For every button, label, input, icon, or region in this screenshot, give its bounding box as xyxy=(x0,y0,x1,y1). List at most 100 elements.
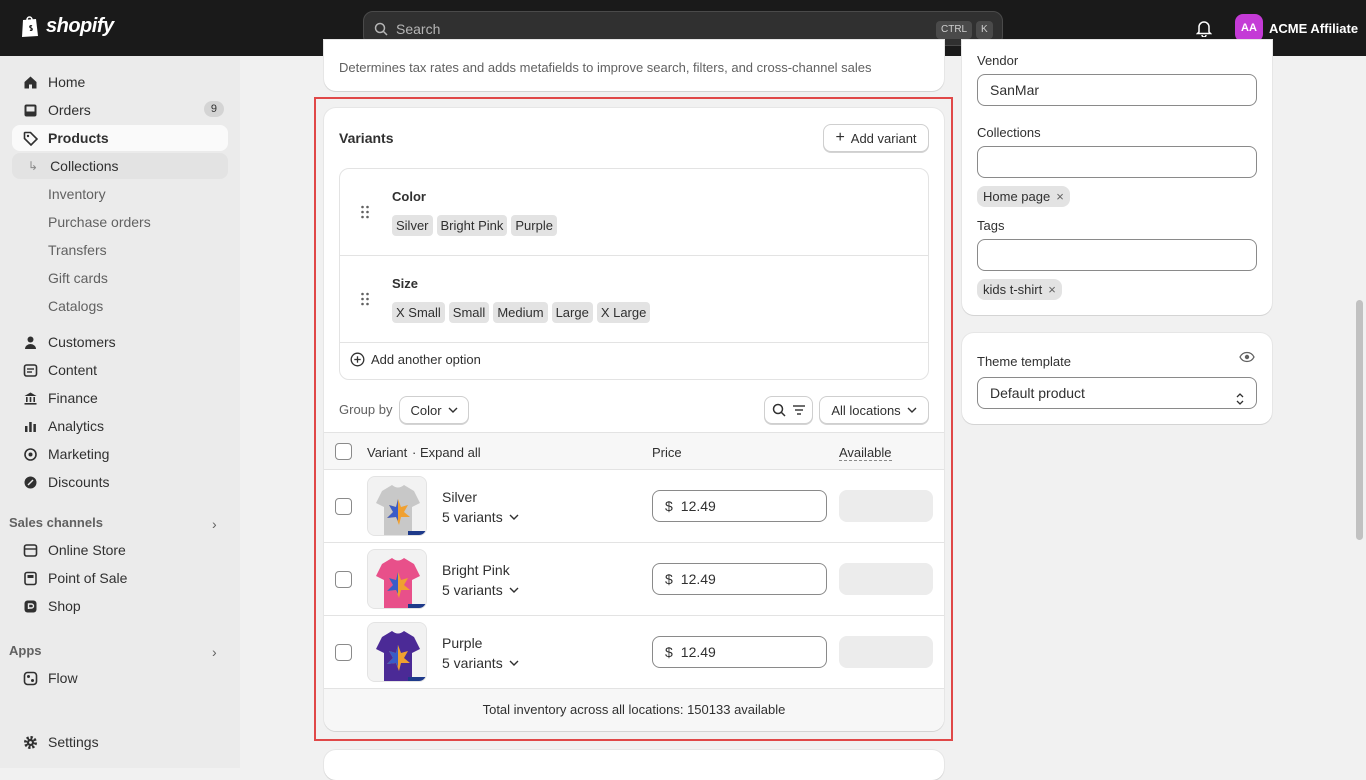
variant-thumbnail[interactable] xyxy=(367,622,427,682)
variants-count: 5 variants xyxy=(442,655,503,671)
expand-all-link[interactable]: · Expand all xyxy=(412,445,481,460)
sidebar-item-home[interactable]: Home xyxy=(12,69,228,95)
variants-expand-toggle[interactable]: 5 variants xyxy=(442,655,519,671)
column-available[interactable]: Available xyxy=(839,445,892,461)
chevron-down-icon xyxy=(907,407,917,413)
sidebar-item-settings[interactable]: Settings xyxy=(12,729,228,755)
variant-group-name: Silver xyxy=(442,489,478,505)
option-value-chip: X Small xyxy=(392,302,445,323)
pos-icon xyxy=(22,570,38,586)
sidebar-item-point-of-sale[interactable]: Point of Sale xyxy=(12,565,228,591)
sidebar-item-products[interactable]: Products xyxy=(12,125,228,151)
sidebar-item-label: Customers xyxy=(48,334,116,350)
locations-select[interactable]: All locations xyxy=(819,396,929,424)
collections-input[interactable] xyxy=(977,146,1257,178)
remove-x-icon[interactable]: × xyxy=(1056,189,1064,204)
variant-group-name: Bright Pink xyxy=(442,562,510,578)
price-input[interactable]: $12.49 xyxy=(652,636,827,668)
sidebar-item-online-store[interactable]: Online Store xyxy=(12,537,228,563)
add-another-option-button[interactable]: Add another option xyxy=(350,352,481,367)
remove-x-icon[interactable]: × xyxy=(1048,282,1056,297)
sidebar-item-customers[interactable]: Customers xyxy=(12,329,228,355)
chevron-down-icon xyxy=(509,660,519,666)
sidebar-item-flow[interactable]: Flow xyxy=(12,665,228,691)
drag-handle-icon[interactable] xyxy=(360,205,370,222)
sidebar-item-content[interactable]: Content xyxy=(12,357,228,383)
variants-expand-toggle[interactable]: 5 variants xyxy=(442,582,519,598)
sidebar-item-orders[interactable]: Orders 9 xyxy=(12,97,228,123)
chevron-down-icon xyxy=(448,407,458,413)
divider xyxy=(340,255,928,256)
shopify-logo[interactable]: shopify xyxy=(20,14,114,38)
sidebar-item-label: Content xyxy=(48,362,98,378)
option-name-size[interactable]: Size xyxy=(392,276,418,291)
sidebar-item-label: Discounts xyxy=(48,474,110,490)
option-value-chip: X Large xyxy=(596,302,651,323)
price-input[interactable]: $12.49 xyxy=(652,490,827,522)
column-variant: Variant xyxy=(367,445,408,460)
available-field[interactable] xyxy=(839,636,933,668)
sidebar-item-purchase-orders[interactable]: Purchase orders xyxy=(12,209,228,235)
sidebar-item-label: Point of Sale xyxy=(48,570,128,586)
currency-symbol: $ xyxy=(665,571,673,587)
sidebar-item-gift-cards[interactable]: Gift cards xyxy=(12,265,228,291)
sidebar-item-analytics[interactable]: Analytics xyxy=(12,413,228,439)
theme-template-select[interactable]: Default product xyxy=(977,377,1257,409)
sidebar-item-shop[interactable]: Shop xyxy=(12,593,228,619)
bar-chart-icon xyxy=(22,418,38,434)
search-filter-button[interactable] xyxy=(764,396,813,424)
price-input[interactable]: $12.49 xyxy=(652,563,827,595)
add-variant-label: Add variant xyxy=(850,130,917,146)
variant-options-list: Color Silver Bright Pink Purple Size X S… xyxy=(339,168,929,380)
page-scrollbar[interactable] xyxy=(1356,300,1363,540)
apps-chevron-icon[interactable]: › xyxy=(212,644,217,660)
theme-template-label: Theme template xyxy=(977,354,1071,369)
table-row[interactable]: Bright Pink 5 variants $12.49 xyxy=(324,543,944,616)
option-values-color: Silver Bright Pink Purple xyxy=(392,215,561,236)
variants-expand-toggle[interactable]: 5 variants xyxy=(442,509,519,525)
group-by-value: Color xyxy=(410,402,442,418)
tags-input[interactable] xyxy=(977,239,1257,271)
row-checkbox[interactable] xyxy=(335,644,352,661)
select-all-checkbox[interactable] xyxy=(335,443,352,460)
vendor-input[interactable]: SanMar xyxy=(977,74,1257,106)
sidebar: Home Orders 9 Products ↳ Collections Inv… xyxy=(0,56,240,768)
sidebar-item-collections[interactable]: ↳ Collections xyxy=(12,153,228,179)
sidebar-item-discounts[interactable]: Discounts xyxy=(12,469,228,495)
content-icon xyxy=(22,362,38,378)
sidebar-item-catalogs[interactable]: Catalogs xyxy=(12,293,228,319)
option-value-chip: Purple xyxy=(511,215,557,236)
eye-icon[interactable] xyxy=(1239,351,1255,366)
sidebar-item-transfers[interactable]: Transfers xyxy=(12,237,228,263)
available-field[interactable] xyxy=(839,490,933,522)
table-row[interactable]: Purple 5 variants $12.49 xyxy=(324,616,944,689)
variants-title: Variants xyxy=(339,130,394,146)
sub-arrow-icon: ↳ xyxy=(28,159,39,173)
sidebar-item-label: Settings xyxy=(48,734,99,750)
sidebar-item-label: Flow xyxy=(48,670,78,686)
notifications-bell-icon[interactable] xyxy=(1195,19,1213,40)
variants-count: 5 variants xyxy=(442,509,503,525)
sidebar-item-inventory[interactable]: Inventory xyxy=(12,181,228,207)
account-menu[interactable]: AA ACME Affiliate xyxy=(1235,14,1358,42)
category-help-text: Determines tax rates and adds metafields… xyxy=(339,60,872,75)
row-checkbox[interactable] xyxy=(335,498,352,515)
filter-icon xyxy=(792,405,805,415)
divider xyxy=(340,342,928,343)
drag-handle-icon[interactable] xyxy=(360,292,370,309)
table-row[interactable]: Silver 5 variants $12.49 xyxy=(324,470,944,543)
row-checkbox[interactable] xyxy=(335,571,352,588)
variant-thumbnail[interactable] xyxy=(367,476,427,536)
gear-icon xyxy=(22,734,38,750)
sales-channels-chevron-icon[interactable]: › xyxy=(212,516,217,532)
variant-thumbnail[interactable] xyxy=(367,549,427,609)
apps-title: Apps xyxy=(9,643,42,658)
group-by-select[interactable]: Color xyxy=(399,396,469,424)
option-name-color[interactable]: Color xyxy=(392,189,426,204)
sidebar-item-marketing[interactable]: Marketing xyxy=(12,441,228,467)
collections-label: Collections xyxy=(977,125,1041,140)
available-field[interactable] xyxy=(839,563,933,595)
shortcut-ctrl-key: CTRL xyxy=(936,21,973,39)
add-variant-button[interactable]: + Add variant xyxy=(823,124,929,152)
sidebar-item-finance[interactable]: Finance xyxy=(12,385,228,411)
